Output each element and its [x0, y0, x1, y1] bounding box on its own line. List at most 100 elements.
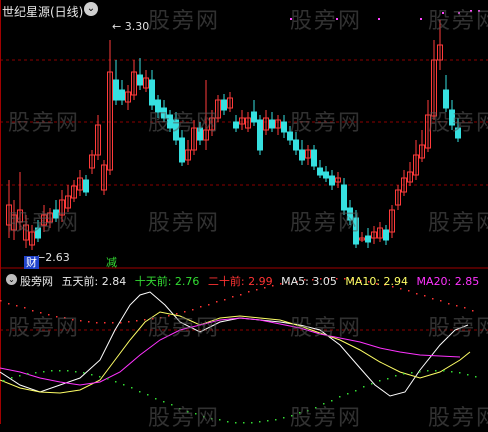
candle-body [137, 74, 143, 86]
dotted-series [83, 372, 85, 374]
dotted-series [440, 300, 442, 302]
watermark: 股旁网 [148, 316, 221, 341]
dotted-series [251, 422, 253, 424]
signal-dot [378, 18, 380, 20]
dotted-series [99, 376, 101, 378]
legend-ma10: MA10: 2.94 [345, 275, 409, 288]
indicator-menu-icon[interactable]: ⌄ [6, 274, 17, 285]
dotted-series [387, 378, 389, 380]
dotted-series [91, 374, 93, 376]
dotted-series [112, 322, 114, 324]
dotted-series [475, 376, 477, 378]
signal-dot [420, 18, 422, 20]
dotted-series [435, 370, 437, 372]
dotted-series [8, 303, 10, 305]
low-price-value: 2.63 [45, 251, 70, 264]
dotted-series [120, 322, 122, 324]
watermark: 股旁网 [428, 406, 488, 431]
candle-body [179, 137, 185, 163]
dotted-series [139, 391, 141, 393]
dotted-series [216, 301, 218, 303]
dotted-series [123, 384, 125, 386]
dotted-series [51, 370, 53, 372]
dotted-series [224, 299, 226, 301]
dotted-series [208, 304, 210, 306]
dotted-series [363, 386, 365, 388]
badge-jian[interactable]: 减 [104, 256, 119, 269]
watermark: 股旁网 [148, 9, 221, 34]
dotted-series [419, 371, 421, 373]
dotted-series [104, 322, 106, 324]
ma5-line [0, 291, 469, 397]
legend-5day: 五天前: 2.84 [61, 275, 127, 288]
dotted-series [411, 372, 413, 374]
dotted-series [75, 371, 77, 373]
dotted-series [259, 421, 261, 423]
dotted-series [451, 371, 453, 373]
dotted-series [347, 393, 349, 395]
indicator-name[interactable]: 股旁网 [20, 275, 53, 288]
candle-body [383, 229, 389, 241]
dotted-series [464, 307, 466, 309]
dotted-series [144, 319, 146, 321]
dotted-series [448, 303, 450, 305]
legend-10day: 十天前: 2.76 [134, 275, 200, 288]
dotted-series [24, 307, 26, 309]
dotted-series [395, 375, 397, 377]
candle-body [299, 149, 305, 161]
dotted-series [67, 370, 69, 372]
candle-body [113, 79, 119, 101]
chevron-down-icon[interactable]: ⌄ [84, 2, 98, 16]
watermark: 股旁网 [290, 316, 363, 341]
dotted-series [275, 419, 277, 421]
dotted-series [107, 378, 109, 380]
dotted-series [432, 298, 434, 300]
dotted-series [243, 422, 245, 424]
dotted-series [96, 322, 98, 324]
watermark: 股旁网 [428, 211, 488, 236]
dotted-series [3, 380, 5, 382]
candle-body [365, 235, 371, 243]
watermark: 股旁网 [8, 316, 81, 341]
dotted-series [227, 421, 229, 423]
dotted-series [371, 383, 373, 385]
dotted-series [43, 371, 45, 373]
dotted-series [27, 373, 29, 375]
high-price-label: ← 3.30 [112, 20, 149, 33]
dotted-series [235, 422, 237, 424]
legend-ma20: MA20: 2.85 [416, 275, 480, 288]
candle-body [251, 111, 257, 123]
legend-ma5: MA5: 3.05 [281, 275, 337, 288]
candle-body [281, 121, 287, 133]
dotted-series [443, 370, 445, 372]
legend-20day: 二十前: 2.99 [207, 275, 273, 288]
watermark: 股旁网 [290, 211, 363, 236]
chart-title: 世纪星源(日线) [2, 5, 84, 19]
dotted-series [147, 394, 149, 396]
dotted-series [35, 372, 37, 374]
dotted-series [424, 295, 426, 297]
dotted-series [456, 305, 458, 307]
watermark: 股旁网 [8, 111, 81, 136]
candle-body [83, 179, 89, 193]
watermark: 股旁网 [428, 111, 488, 136]
dotted-series [80, 320, 82, 322]
dotted-series [459, 372, 461, 374]
candle-body [233, 121, 239, 129]
arrow-icon: ← [112, 20, 122, 33]
dotted-series [0, 300, 2, 302]
high-price-value: 3.30 [124, 20, 150, 33]
dotted-series [136, 320, 138, 322]
candle-body [257, 119, 263, 151]
watermark: 股旁网 [148, 211, 221, 236]
dotted-series [467, 374, 469, 376]
dotted-series [355, 390, 357, 392]
dotted-series [256, 289, 258, 291]
candle-body [221, 99, 227, 111]
dotted-series [379, 380, 381, 382]
dotted-series [283, 417, 285, 419]
badge-cai[interactable]: 财 [24, 256, 39, 269]
candle-body [119, 89, 125, 101]
dotted-series [131, 387, 133, 389]
dotted-series [416, 293, 418, 295]
